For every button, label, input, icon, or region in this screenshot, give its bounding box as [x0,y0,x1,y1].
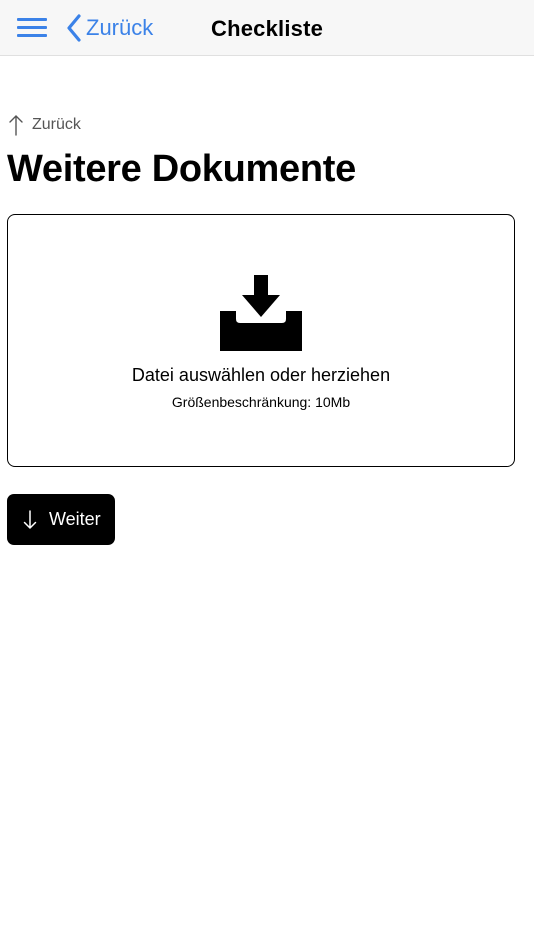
back-link[interactable]: Zurück [8,114,81,136]
hamburger-menu-icon[interactable] [17,18,47,38]
file-dropzone[interactable]: Datei auswählen oder herziehen Größenbes… [7,214,515,467]
back-link-label: Zurück [32,116,81,133]
dropzone-size-limit-text: Größenbeschränkung: 10Mb [171,394,351,410]
inbox-download-icon [220,275,302,351]
nav-title: Checkliste [211,16,324,41]
chevron-left-icon [67,14,81,42]
nav-back-button[interactable]: Zurück [66,12,153,44]
next-button[interactable]: Weiter [7,494,115,545]
arrow-down-icon [23,509,37,529]
nav-back-label: Zurück [86,15,154,40]
page-title: Weitere Dokumente [7,148,356,190]
dropzone-primary-text: Datei auswählen oder herziehen [131,365,391,385]
arrow-up-icon [9,115,23,136]
next-button-label: Weiter [49,509,101,529]
navbar: Zurück Checkliste [0,0,534,56]
